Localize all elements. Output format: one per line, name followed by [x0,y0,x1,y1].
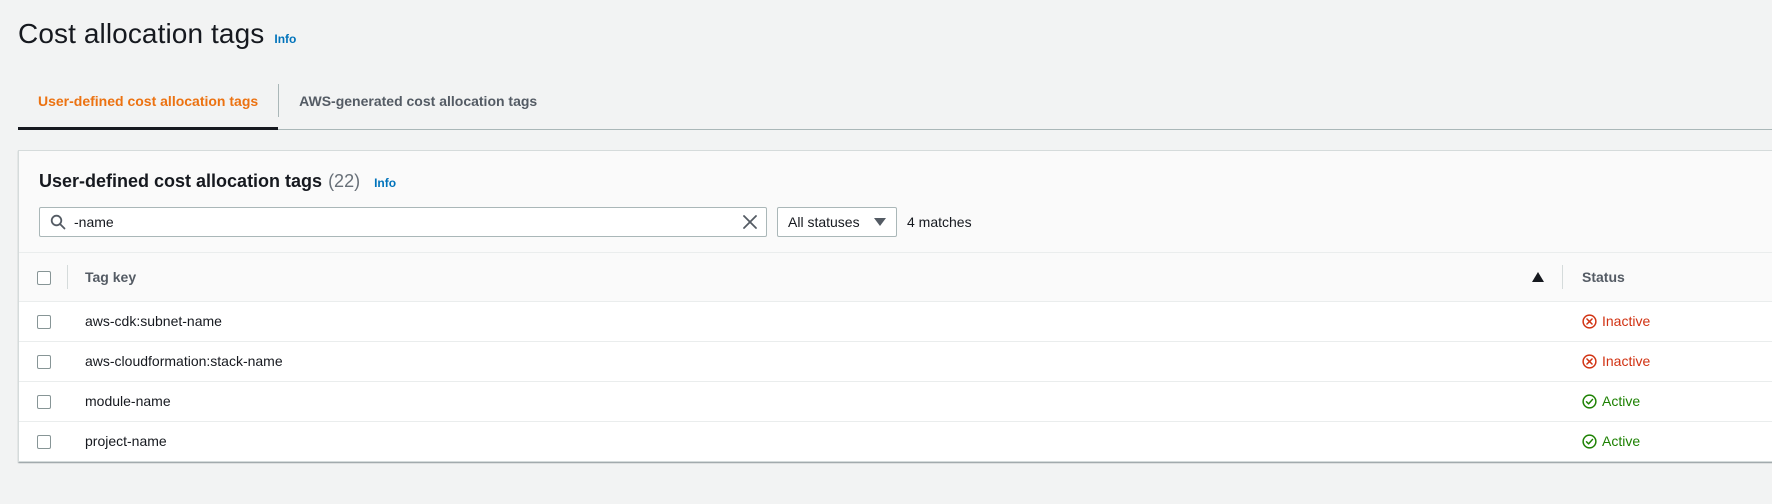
status-active-icon [1582,434,1597,449]
row-checkbox-cell [19,301,67,342]
column-header-tag-key[interactable]: Tag key [67,253,1562,302]
status-badge: Inactive [1582,353,1772,369]
status-badge: Active [1582,433,1772,449]
select-all-checkbox[interactable] [37,270,51,285]
row-checkbox-cell [19,381,67,422]
caret-down-icon [874,218,886,226]
status-cell: Active [1562,421,1772,461]
row-checkbox-cell [19,421,67,461]
row-checkbox[interactable] [37,315,51,330]
tags-panel: User-defined cost allocation tags (22) I… [18,150,1772,462]
row-checkbox[interactable] [37,435,51,450]
tab-user-defined[interactable]: User-defined cost allocation tags [18,72,279,130]
row-checkbox-cell [19,341,67,382]
tab-aws-generated[interactable]: AWS-generated cost allocation tags [279,72,557,129]
column-label-tag-key: Tag key [85,268,137,285]
table-row: aws-cdk:subnet-name Inactive [19,301,1772,342]
search-input[interactable] [74,214,742,230]
status-text: Inactive [1602,313,1651,329]
column-label-status: Status [1582,268,1625,285]
tag-key-cell: aws-cdk:subnet-name [67,301,1562,342]
page-info-link[interactable]: Info [274,32,296,46]
filter-row: All statuses 4 matches [39,207,1753,237]
status-text: Active [1602,433,1641,450]
tag-key-cell: aws-cloudformation:stack-name [67,341,1562,382]
status-cell: Active [1562,381,1772,422]
search-icon [50,214,66,230]
header-checkbox-cell [19,253,67,302]
table-row: module-name Active [19,381,1772,422]
page-header: Cost allocation tags Info [18,18,296,50]
status-text: Active [1602,393,1641,409]
status-cell: Inactive [1562,341,1772,382]
status-filter-label: All statuses [788,214,860,230]
column-header-status[interactable]: Status [1562,253,1772,302]
row-checkbox[interactable] [37,395,51,410]
table-row: project-name Active [19,421,1772,461]
status-inactive-icon [1582,353,1597,369]
tab-list: User-defined cost allocation tags AWS-ge… [18,72,1772,130]
table-header-row: Tag key Status [19,253,1772,302]
tag-key-cell: module-name [67,381,1562,422]
search-box[interactable] [39,207,767,237]
page-title: Cost allocation tags [18,18,265,49]
status-text: Inactive [1602,353,1651,369]
row-checkbox[interactable] [37,355,51,370]
page: Cost allocation tags Info User-defined c… [0,0,1772,504]
clear-icon[interactable] [742,214,758,230]
status-badge: Active [1582,393,1772,409]
status-inactive-icon [1582,313,1597,329]
sort-ascending-icon[interactable] [1532,271,1544,282]
status-cell: Inactive [1562,301,1772,342]
tag-key-cell: project-name [85,433,167,450]
table-row: aws-cloudformation:stack-name Inactive [19,341,1772,382]
tag-count: (22) [328,171,361,191]
match-count: 4 matches [907,214,972,230]
panel-header: User-defined cost allocation tags (22) I… [19,151,1772,253]
panel-info-link[interactable]: Info [374,176,396,190]
tags-table: Tag key Status aws-cdk:subnet-name Inact… [19,253,1772,461]
status-active-icon [1582,393,1597,409]
status-filter-select[interactable]: All statuses [777,207,897,237]
panel-title-row: User-defined cost allocation tags (22) I… [39,171,1753,192]
panel-title: User-defined cost allocation tags [39,171,323,191]
status-badge: Inactive [1582,313,1772,329]
